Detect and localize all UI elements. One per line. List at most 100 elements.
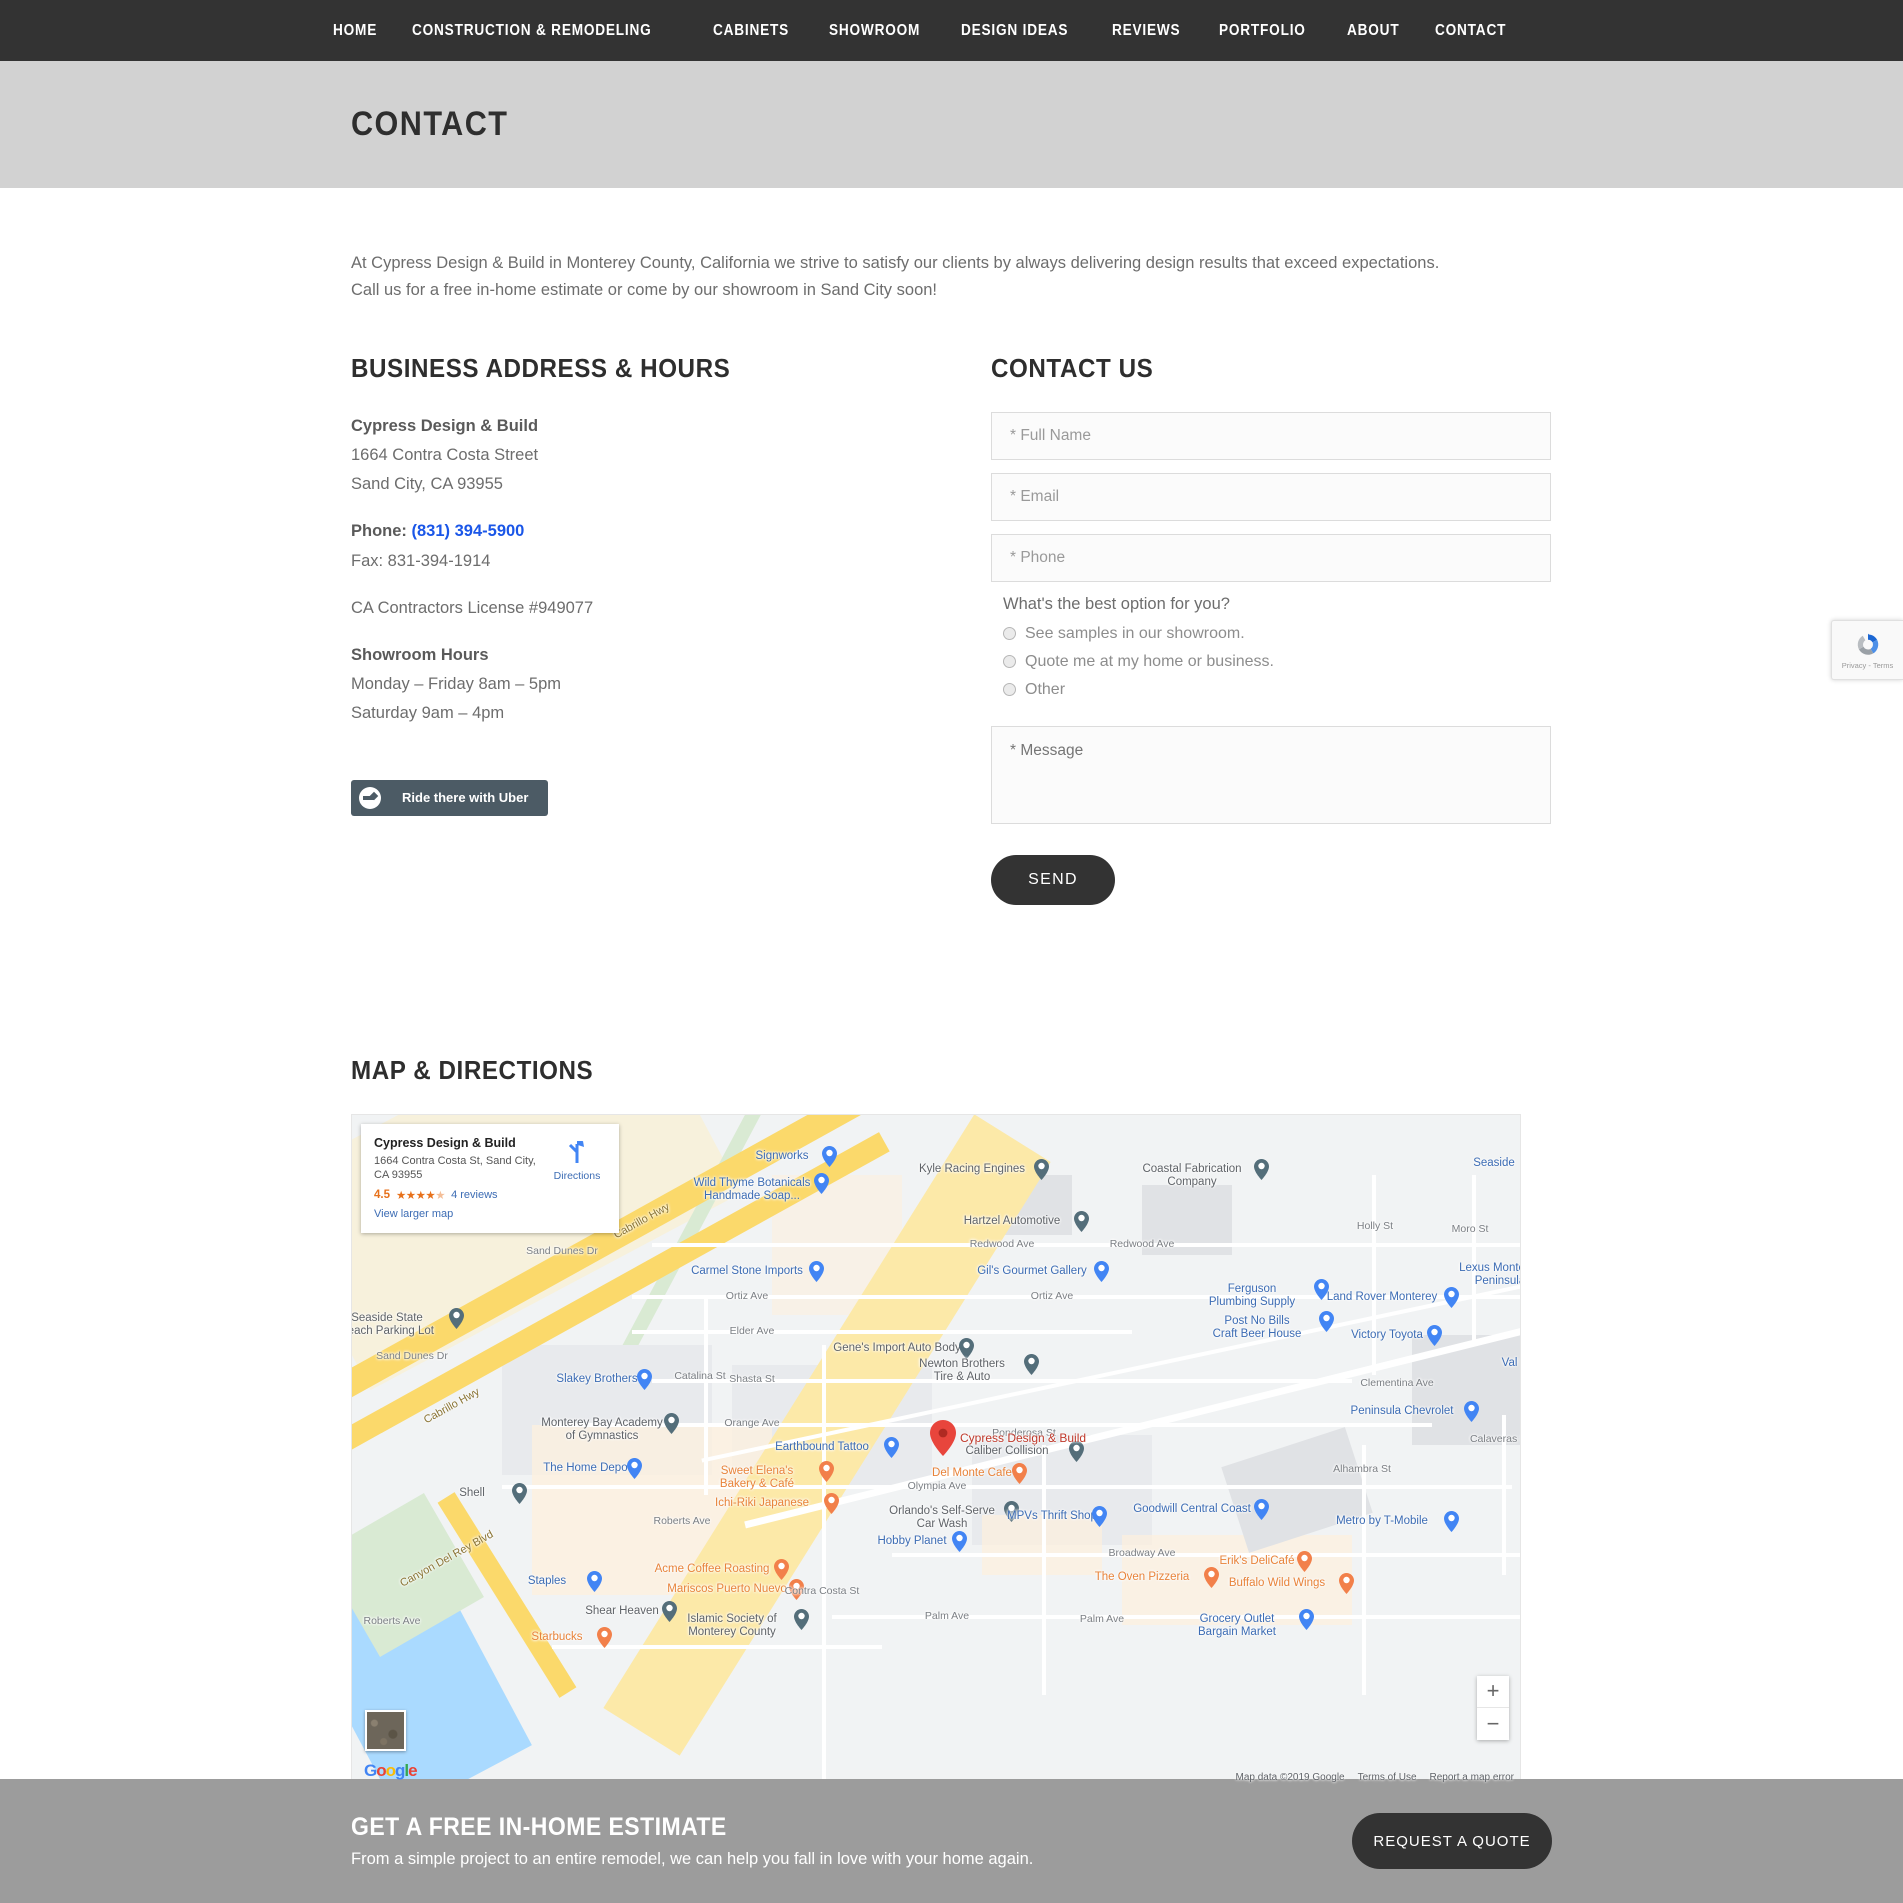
map-attribution-item[interactable]: Report a map error	[1430, 1772, 1514, 1783]
zoom-in-button[interactable]: +	[1477, 1676, 1509, 1708]
map-place-pin[interactable]	[627, 1457, 644, 1481]
map-place-label[interactable]: Ferguson Plumbing Supply	[1209, 1283, 1295, 1310]
map-place-pin[interactable]	[1254, 1498, 1271, 1522]
map-place-label[interactable]: Orlando's Self-Serve Car Wash	[889, 1505, 995, 1532]
map-place-pin[interactable]	[1464, 1400, 1481, 1424]
email-input[interactable]	[991, 472, 1551, 521]
map-place-pin[interactable]	[822, 1145, 839, 1169]
nav-item-cabinets[interactable]: CABINETS	[713, 22, 789, 40]
map-place-label[interactable]: Seaside	[1473, 1157, 1515, 1171]
view-larger-map-link[interactable]: View larger map	[374, 1208, 548, 1220]
map-place-label[interactable]: Metro by T-Mobile	[1336, 1515, 1428, 1529]
radio-button-icon[interactable]	[1003, 683, 1016, 697]
map-place-label[interactable]: Coastal Fabrication Company	[1142, 1163, 1241, 1190]
map-place-pin[interactable]	[637, 1368, 654, 1392]
map-place-pin[interactable]	[664, 1412, 681, 1436]
map-place-label[interactable]: Shear Heaven	[585, 1605, 659, 1619]
map-place-label[interactable]: Caliber Collision	[965, 1445, 1048, 1459]
map-place-label[interactable]: Post No Bills Craft Beer House	[1213, 1315, 1302, 1342]
nav-item-design-ideas[interactable]: DESIGN IDEAS	[961, 22, 1068, 40]
map-place-label[interactable]: Wild Thyme Botanicals Handmade Soap...	[694, 1177, 811, 1204]
map-place-pin[interactable]	[884, 1436, 901, 1460]
map-place-pin[interactable]	[1092, 1505, 1109, 1529]
map-place-pin[interactable]	[597, 1626, 614, 1650]
map-place-label[interactable]: Goodwill Central Coast	[1133, 1503, 1251, 1517]
request-quote-button[interactable]: REQUEST A QUOTE	[1352, 1813, 1552, 1869]
recaptcha-privacy-terms[interactable]: Privacy - Terms	[1842, 661, 1894, 670]
map-place-label[interactable]: Seaside StateBeach Parking Lot	[352, 1312, 434, 1339]
directions-button[interactable]: Directions	[548, 1136, 606, 1220]
map-place-label[interactable]: Grocery Outlet Bargain Market	[1198, 1613, 1276, 1640]
map-place-label[interactable]: Gene's Import Auto Body	[833, 1342, 961, 1356]
map-place-pin[interactable]	[1254, 1158, 1271, 1182]
map-place-label[interactable]: Slakey Brothers	[556, 1373, 637, 1387]
map-place-pin[interactable]	[794, 1608, 811, 1632]
radio-option-0[interactable]: See samples in our showroom.	[1003, 625, 1551, 643]
map-attribution-item[interactable]: Terms of Use	[1358, 1772, 1417, 1783]
map-place-pin[interactable]	[1444, 1286, 1461, 1310]
map-place-pin[interactable]	[1299, 1608, 1316, 1632]
nav-item-home[interactable]: HOME	[333, 22, 377, 40]
radio-option-1[interactable]: Quote me at my home or business.	[1003, 653, 1551, 671]
map-place-pin[interactable]	[1074, 1210, 1091, 1234]
map-place-label[interactable]: Gil's Gourmet Gallery	[977, 1265, 1087, 1279]
map-place-pin[interactable]	[809, 1260, 826, 1284]
google-map[interactable]: Signworks Kyle Racing Engines Coastal Fabr…	[351, 1113, 1521, 1787]
map-place-pin[interactable]	[1297, 1550, 1314, 1574]
map-place-label[interactable]: Starbucks	[531, 1631, 582, 1645]
map-place-pin[interactable]	[1314, 1278, 1331, 1302]
radio-button-icon[interactable]	[1003, 655, 1016, 669]
map-place-pin[interactable]	[587, 1570, 604, 1594]
map-place-label[interactable]: Lexus MontereyPeninsula	[1459, 1262, 1520, 1289]
map-place-pin[interactable]	[814, 1172, 831, 1196]
message-textarea[interactable]	[991, 725, 1551, 824]
map-place-pin[interactable]	[1094, 1260, 1111, 1284]
map-place-pin[interactable]	[824, 1492, 841, 1516]
map-place-label[interactable]: Carmel Stone Imports	[691, 1265, 803, 1279]
primary-location-marker[interactable]	[930, 1419, 956, 1456]
phone-link[interactable]: (831) 394-5900	[412, 522, 525, 540]
map-place-pin[interactable]	[662, 1600, 679, 1624]
ride-with-uber-button[interactable]: Ride there with Uber	[351, 779, 549, 816]
map-place-label[interactable]: Acme Coffee Roasting	[655, 1563, 770, 1577]
radio-option-2[interactable]: Other	[1003, 681, 1551, 699]
map-place-label[interactable]: MPVs Thrift Shop	[1007, 1510, 1097, 1524]
nav-item-about[interactable]: ABOUT	[1347, 22, 1399, 40]
recaptcha-badge[interactable]: Privacy - Terms	[1831, 620, 1903, 680]
map-place-label[interactable]: Peninsula Chevrolet	[1351, 1405, 1454, 1419]
map-place-label[interactable]: The Home Depot	[543, 1462, 631, 1476]
map-place-label[interactable]: Val Strough H	[1502, 1357, 1520, 1371]
map-place-pin[interactable]	[512, 1482, 529, 1506]
phone-input[interactable]	[991, 533, 1551, 582]
nav-item-construction-remodeling[interactable]: CONSTRUCTION & REMODELING	[412, 22, 652, 40]
map-place-pin[interactable]	[1444, 1510, 1461, 1534]
radio-button-icon[interactable]	[1003, 627, 1016, 641]
map-place-label[interactable]: Hobby Planet	[877, 1535, 946, 1549]
map-place-pin[interactable]	[1012, 1462, 1029, 1486]
map-place-pin[interactable]	[1319, 1310, 1336, 1334]
map-place-label[interactable]: Ichi-Riki Japanese	[715, 1497, 809, 1511]
map-info-card[interactable]: Cypress Design & Build 1664 Contra Costa…	[361, 1123, 619, 1233]
map-place-pin[interactable]	[1024, 1353, 1041, 1377]
map-place-label[interactable]: Newton Brothers Tire & Auto	[919, 1358, 1005, 1385]
map-place-pin[interactable]	[449, 1307, 466, 1331]
map-place-label[interactable]: Shell	[459, 1487, 485, 1501]
map-place-label[interactable]: Hartzel Automotive	[964, 1215, 1061, 1229]
map-place-label[interactable]: Erik's DeliCafé	[1219, 1555, 1294, 1569]
map-place-label[interactable]: Del Monte Cafe	[932, 1467, 1012, 1481]
review-count-link[interactable]: 4 reviews	[451, 1189, 497, 1201]
map-place-pin[interactable]	[1427, 1324, 1444, 1348]
nav-item-contact[interactable]: CONTACT	[1435, 22, 1506, 40]
map-place-label[interactable]: Staples	[528, 1575, 566, 1589]
map-place-pin[interactable]	[952, 1530, 969, 1554]
map-place-pin[interactable]	[819, 1460, 836, 1484]
full-name-input[interactable]	[991, 411, 1551, 460]
nav-item-reviews[interactable]: REVIEWS	[1112, 22, 1180, 40]
map-place-label[interactable]: Islamic Society of Monterey County	[687, 1613, 776, 1640]
map-place-label[interactable]: Sweet Elena's Bakery & Café	[720, 1465, 794, 1492]
map-place-label[interactable]: Buffalo Wild Wings	[1229, 1577, 1325, 1591]
map-place-label[interactable]: Land Rover Monterey	[1327, 1291, 1438, 1305]
map-place-pin[interactable]	[1339, 1572, 1356, 1596]
map-place-label[interactable]: Kyle Racing Engines	[919, 1163, 1025, 1177]
map-place-pin[interactable]	[1034, 1158, 1051, 1182]
